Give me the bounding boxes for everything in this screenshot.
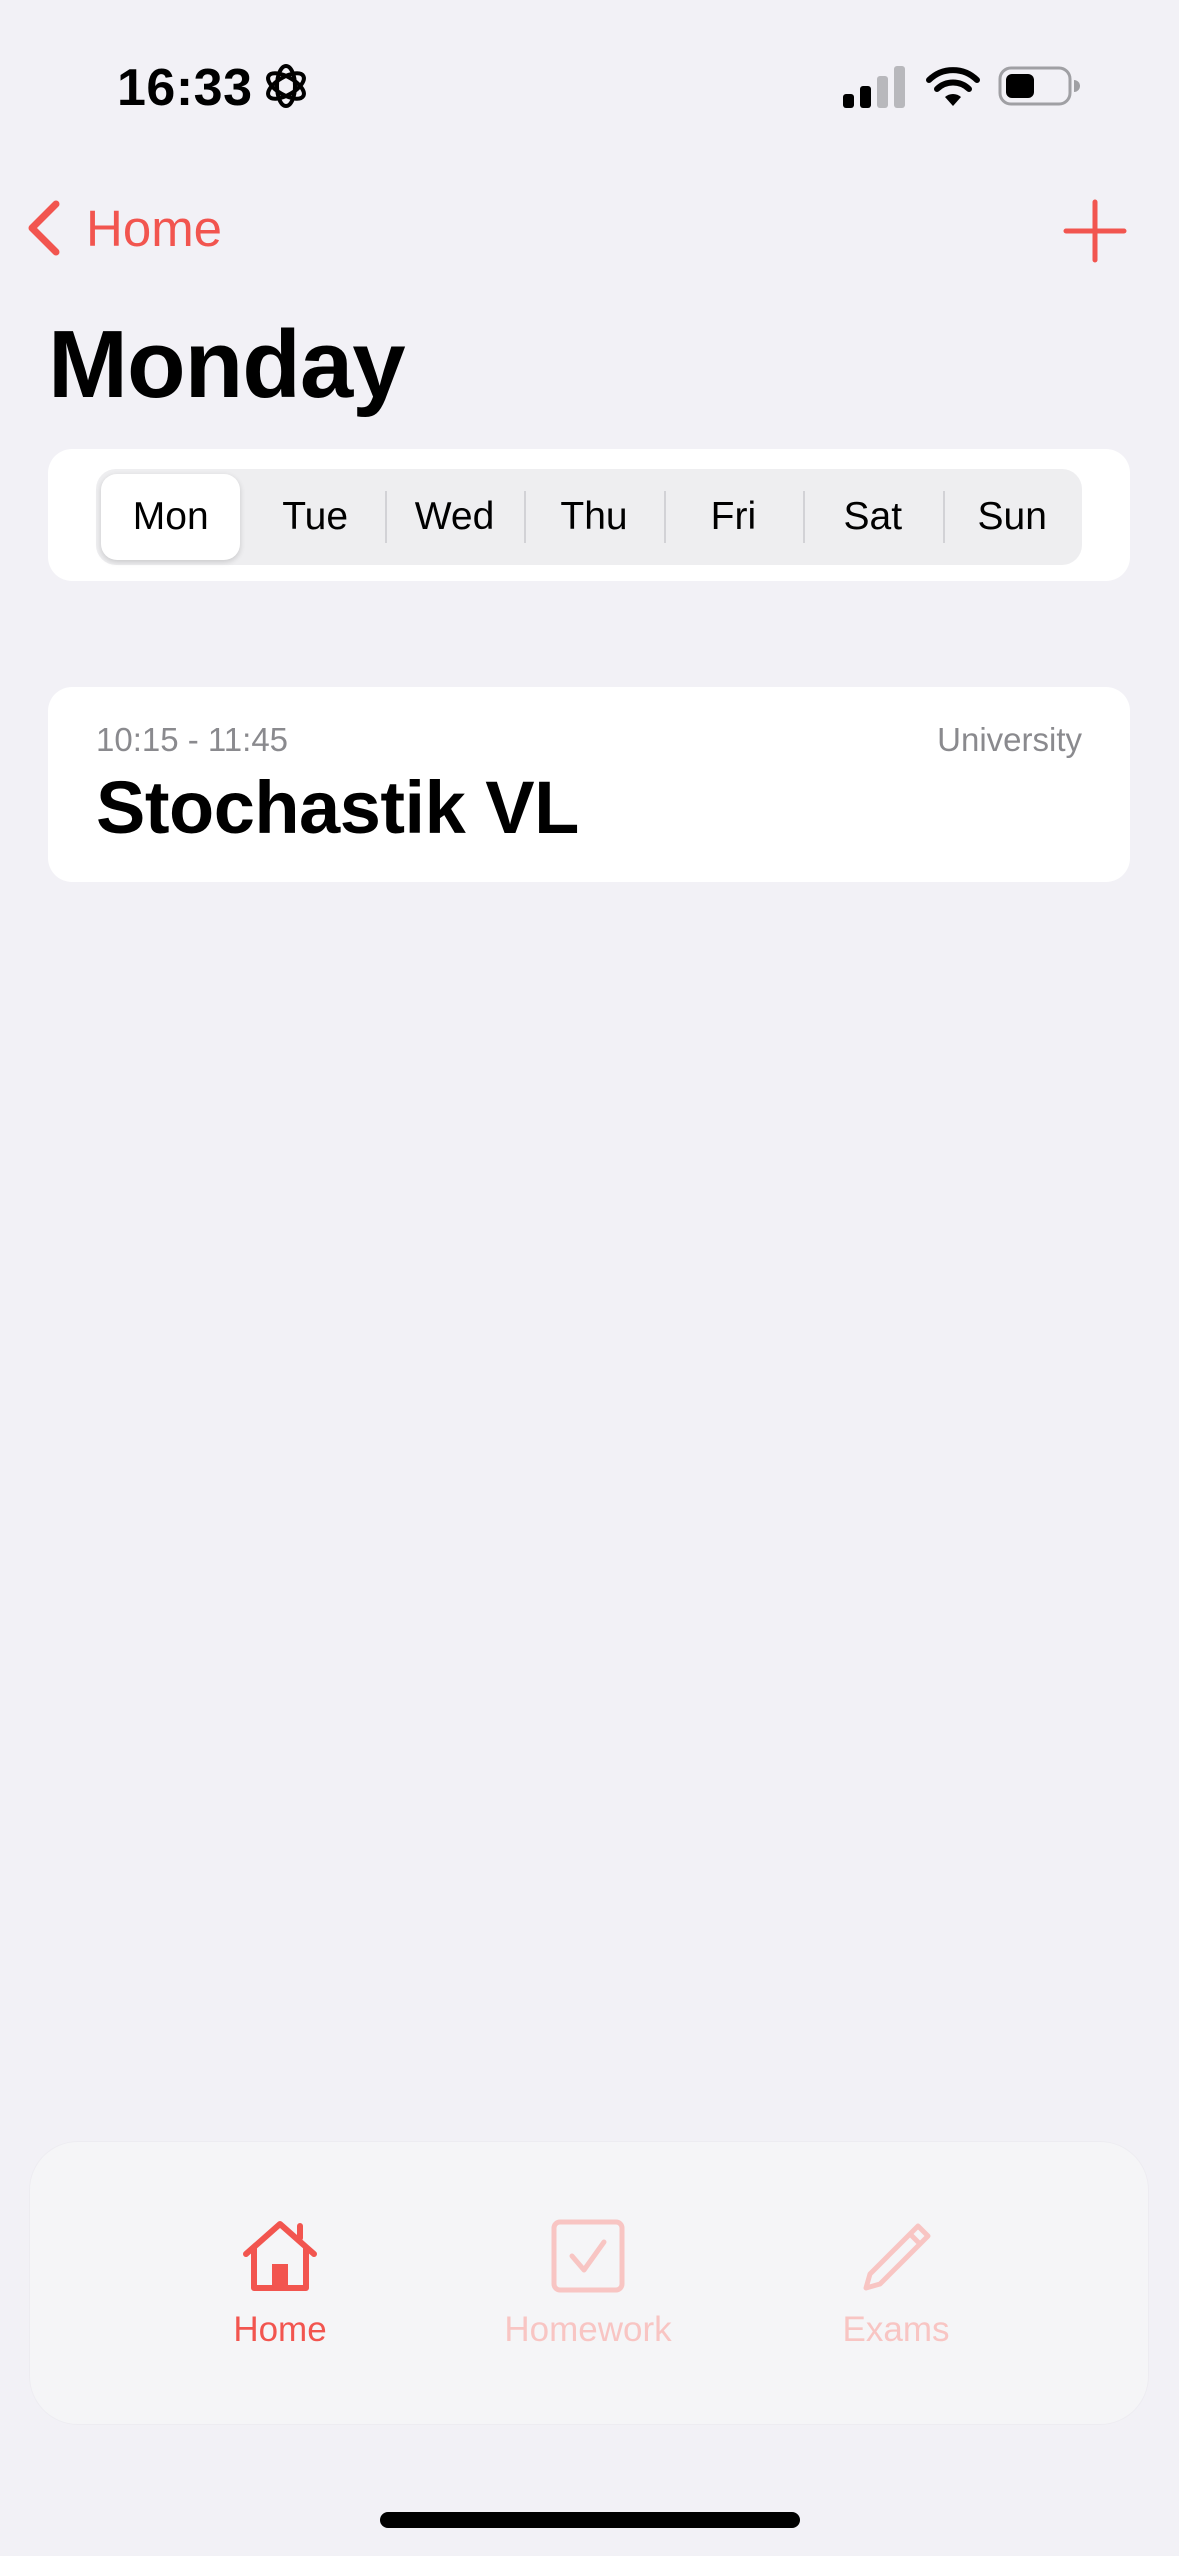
segment-divider [524,491,527,543]
segment-wed[interactable]: Wed [384,469,524,565]
segment-sat[interactable]: Sat [803,469,942,565]
home-indicator[interactable] [380,2512,800,2528]
wifi-icon [926,67,980,106]
segment-divider [942,491,945,543]
segment-divider [803,491,806,543]
tab-homework[interactable]: Homework [458,2142,718,2424]
segment-fri[interactable]: Fri [663,469,803,565]
plus-icon[interactable] [1060,196,1130,266]
event-category: University [937,721,1082,758]
event-card[interactable]: 10:15 - 11:45 University Stochastik VL [48,687,1130,882]
segment-sun[interactable]: Sun [942,469,1082,565]
pencil-icon [863,2223,931,2291]
day-segmented-control: Mon Tue Wed Thu Fri Sat Sun [96,469,1082,565]
event-title: Stochastik VL [96,766,579,849]
status-time: 16:33 [117,59,253,117]
segment-tue[interactable]: Tue [245,469,384,565]
segment-mon[interactable]: Mon [101,474,241,560]
tab-label: Homework [504,2310,672,2349]
segment-thu[interactable]: Thu [524,469,663,565]
tab-home[interactable]: Home [150,2142,410,2424]
tab-bar: Home Homework Exams [30,2142,1148,2424]
segment-label: Sun [977,495,1047,538]
back-button[interactable]: Home [24,190,222,266]
segment-label: Mon [132,495,209,538]
event-time: 10:15 - 11:45 [96,721,289,758]
segment-label: Tue [282,495,349,538]
segment-divider [663,491,666,543]
segment-divider [384,491,387,543]
house-icon [243,2221,317,2291]
checkbox-icon [551,2219,625,2293]
chevron-left-icon [28,200,60,256]
back-button-label: Home [86,199,223,257]
segment-label: Thu [560,495,628,538]
tab-label: Home [233,2310,327,2349]
tab-label: Exams [842,2310,950,2349]
focus-icon [266,64,306,108]
segment-label: Fri [710,495,757,538]
day-picker-card: Mon Tue Wed Thu Fri Sat Sun [48,449,1130,581]
cellular-signal-icon [843,66,905,108]
battery-icon [998,66,1080,106]
segment-label: Wed [414,495,495,538]
status-bar: 16:33 [0,0,1179,170]
page-title: Monday [48,311,406,418]
segment-label: Sat [843,495,903,538]
tab-exams[interactable]: Exams [766,2142,1026,2424]
